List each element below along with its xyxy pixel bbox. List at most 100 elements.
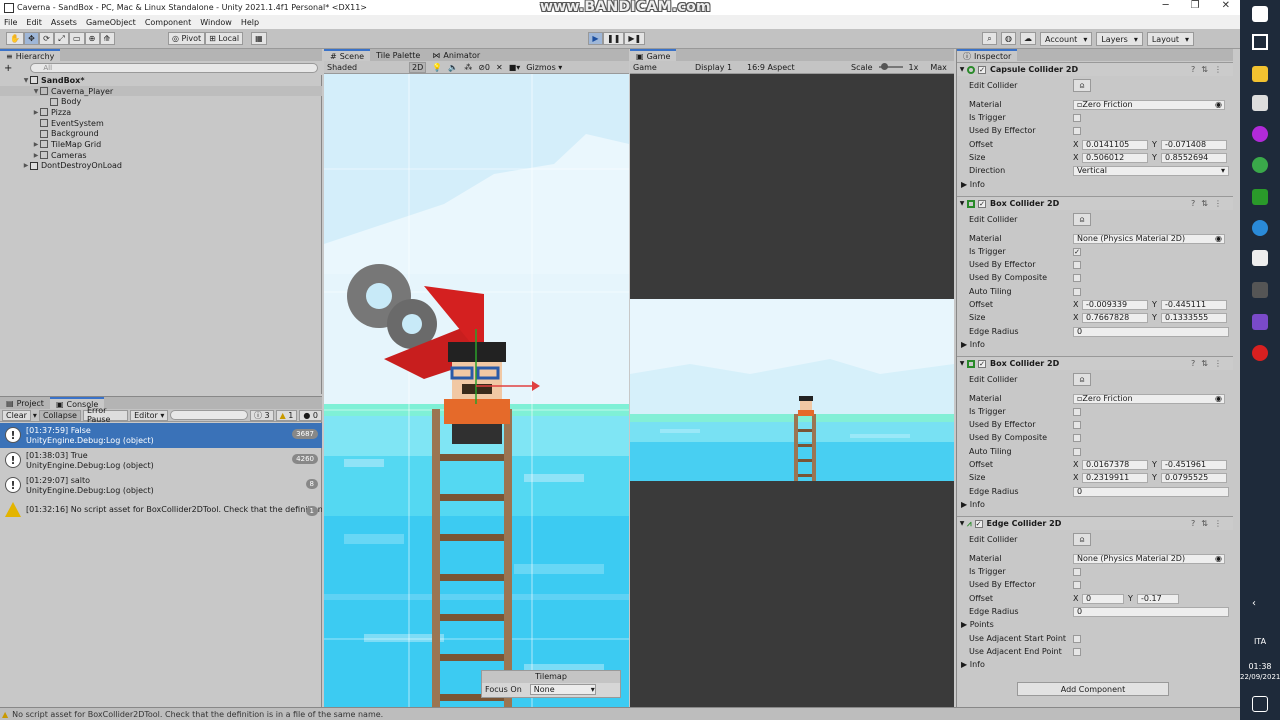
tree-item-sandbox[interactable]: ▼ SandBox* bbox=[0, 75, 322, 86]
component-menu-icons[interactable]: ?⇅⋮ bbox=[1191, 65, 1228, 74]
offset-x-field[interactable]: 0 bbox=[1082, 593, 1124, 604]
offset-y-field[interactable]: -0.17 bbox=[1137, 593, 1179, 604]
offset-x-field[interactable]: 0.0167378 bbox=[1082, 459, 1148, 470]
box2-info-foldout[interactable]: ▶ Info bbox=[961, 500, 985, 509]
maximize-button[interactable]: ❐ bbox=[1191, 0, 1200, 11]
edge-radius-field[interactable]: 0 bbox=[1073, 606, 1229, 617]
app-icon[interactable] bbox=[1252, 126, 1268, 142]
capsule-collider-header[interactable]: ▼ ✓ Capsule Collider 2D ?⇅⋮ bbox=[957, 62, 1233, 76]
play-button[interactable]: ▶ bbox=[588, 32, 603, 45]
tab-animator[interactable]: ⋈ Animator bbox=[426, 49, 487, 61]
expand-icon[interactable]: ▼ bbox=[32, 88, 40, 95]
add-component-button[interactable]: Add Component bbox=[1017, 682, 1169, 696]
clock-date[interactable]: 22/09/2021 bbox=[1240, 673, 1280, 681]
focus-on-dropdown[interactable]: None ▾ bbox=[529, 684, 596, 695]
offset-x-field[interactable]: -0.009339 bbox=[1082, 299, 1148, 310]
light-toggle-icon[interactable]: 💡 bbox=[432, 63, 442, 72]
offset-y-field[interactable]: -0.451961 bbox=[1161, 459, 1227, 470]
error-pause-toggle[interactable]: Error Pause bbox=[82, 406, 129, 424]
auto-tiling-checkbox[interactable] bbox=[1073, 447, 1081, 456]
move-tool-icon[interactable]: ✥ bbox=[23, 32, 39, 45]
rotate-tool-icon[interactable]: ⟳ bbox=[38, 32, 54, 45]
game-viewport[interactable] bbox=[630, 74, 954, 707]
used-by-composite-checkbox[interactable] bbox=[1073, 273, 1081, 282]
game-mode-dropdown[interactable]: Game bbox=[633, 63, 689, 72]
2d-toggle[interactable]: 2D bbox=[409, 61, 427, 73]
collapse-toggle[interactable]: Collapse bbox=[38, 409, 81, 421]
expand-icon[interactable]: ▶ bbox=[22, 162, 30, 169]
edge-radius-field[interactable]: 0 bbox=[1073, 326, 1229, 337]
tray-chevron-icon[interactable]: ‹ bbox=[1252, 598, 1268, 614]
info-count-toggle[interactable]: ⓘ 3 bbox=[249, 409, 274, 421]
chevron-down-icon[interactable]: ▼ bbox=[957, 520, 967, 527]
size-x-field[interactable]: 0.2319911 bbox=[1082, 472, 1148, 483]
tools-icon[interactable]: ✕ bbox=[496, 63, 503, 72]
size-y-field[interactable]: 0.1333555 bbox=[1161, 312, 1227, 323]
log-entry[interactable]: ! [01:38:03] True UnityEngine.Debug:Log (… bbox=[0, 448, 322, 473]
object-picker-icon[interactable]: ◉ bbox=[1215, 100, 1222, 109]
capsule-info-foldout[interactable]: ▶ Info bbox=[961, 180, 985, 189]
edge-browser-icon[interactable] bbox=[1252, 220, 1268, 236]
windows-start-icon[interactable] bbox=[1252, 6, 1268, 22]
tab-project[interactable]: ▤ Project bbox=[0, 397, 50, 409]
enable-checkbox[interactable]: ✓ bbox=[978, 359, 986, 368]
edge-radius-field[interactable]: 0 bbox=[1073, 486, 1229, 497]
visual-studio-icon[interactable] bbox=[1252, 314, 1268, 330]
component-menu-icons[interactable]: ?⇅⋮ bbox=[1191, 359, 1228, 368]
expand-icon[interactable]: ▶ bbox=[32, 109, 40, 116]
edit-collider-button[interactable]: ⍝ bbox=[1073, 373, 1091, 386]
display-dropdown[interactable]: Display 1 bbox=[695, 63, 741, 72]
object-picker-icon[interactable]: ◉ bbox=[1215, 234, 1222, 243]
menu-gameobject[interactable]: GameObject bbox=[86, 18, 136, 27]
transform-tool-icon[interactable]: ⊕ bbox=[84, 32, 100, 45]
pause-button[interactable]: ❚❚ bbox=[603, 32, 625, 45]
tree-item-tilemap-grid[interactable]: ▶ TileMap Grid bbox=[0, 139, 322, 150]
chevron-down-icon[interactable]: ▼ bbox=[957, 360, 967, 367]
used-by-effector-checkbox[interactable] bbox=[1073, 420, 1081, 429]
menu-component[interactable]: Component bbox=[145, 18, 191, 27]
edge-info-foldout[interactable]: ▶ Info bbox=[961, 660, 985, 669]
aspect-dropdown[interactable]: 16:9 Aspect bbox=[747, 63, 845, 72]
tab-inspector[interactable]: ⓘ Inspector bbox=[957, 49, 1018, 61]
edit-collider-button[interactable]: ⍝ bbox=[1073, 533, 1091, 546]
menu-assets[interactable]: Assets bbox=[51, 18, 77, 27]
points-foldout[interactable]: ▶ Points bbox=[961, 620, 994, 629]
add-button[interactable]: + bbox=[4, 63, 12, 74]
tree-item-body[interactable]: Body bbox=[0, 96, 322, 107]
material-field[interactable]: ▫ Zero Friction bbox=[1073, 393, 1225, 404]
chevron-down-icon[interactable]: ▾ bbox=[33, 411, 37, 420]
layers-dropdown[interactable]: Layers ▾ bbox=[1096, 32, 1143, 46]
material-field[interactable]: ▫ Zero Friction bbox=[1073, 99, 1225, 110]
hand-tool-icon[interactable]: ✋ bbox=[6, 32, 24, 45]
chrome-icon[interactable] bbox=[1252, 157, 1268, 173]
tree-item-dontdestroyonload[interactable]: ▶ DontDestroyOnLoad bbox=[0, 161, 322, 172]
expand-icon[interactable]: ▶ bbox=[32, 141, 40, 148]
unity-taskbar-icon[interactable] bbox=[1252, 282, 1268, 298]
used-by-effector-checkbox[interactable] bbox=[1073, 580, 1081, 589]
material-field[interactable]: None (Physics Material 2D) bbox=[1073, 233, 1225, 244]
grid-snap-icon[interactable]: ▦ bbox=[251, 32, 267, 45]
scale-slider[interactable] bbox=[878, 63, 903, 70]
calendar-icon[interactable] bbox=[1252, 250, 1268, 266]
console-search-input[interactable] bbox=[170, 410, 248, 420]
edit-collider-button[interactable]: ⍝ bbox=[1073, 213, 1091, 226]
store-icon[interactable] bbox=[1252, 95, 1268, 111]
component-menu-icons[interactable]: ?⇅⋮ bbox=[1191, 199, 1228, 208]
chevron-down-icon[interactable]: ▼ bbox=[957, 66, 967, 73]
enable-checkbox[interactable]: ✓ bbox=[978, 65, 986, 74]
used-by-composite-checkbox[interactable] bbox=[1073, 433, 1081, 442]
offset-y-field[interactable]: -0.071408 bbox=[1161, 139, 1227, 150]
tab-tile-palette[interactable]: Tile Palette bbox=[370, 49, 427, 61]
size-y-field[interactable]: 0.0795525 bbox=[1161, 472, 1227, 483]
task-view-icon[interactable] bbox=[1252, 34, 1268, 50]
language-indicator[interactable]: ITA bbox=[1240, 637, 1280, 646]
warn-count-toggle[interactable]: ▲ 1 bbox=[275, 409, 298, 421]
auto-tiling-checkbox[interactable] bbox=[1073, 287, 1081, 296]
box-info-foldout[interactable]: ▶ Info bbox=[961, 340, 985, 349]
scene-viewport[interactable]: Tilemap Focus On None ▾ bbox=[324, 74, 629, 707]
object-picker-icon[interactable]: ◉ bbox=[1215, 554, 1222, 563]
account-dropdown[interactable]: Account ▾ bbox=[1040, 32, 1093, 46]
log-entry[interactable]: ! [01:37:59] False UnityEngine.Debug:Log … bbox=[0, 423, 322, 448]
expand-icon[interactable]: ▼ bbox=[22, 77, 30, 84]
error-count-toggle[interactable]: ● 0 bbox=[299, 409, 322, 421]
